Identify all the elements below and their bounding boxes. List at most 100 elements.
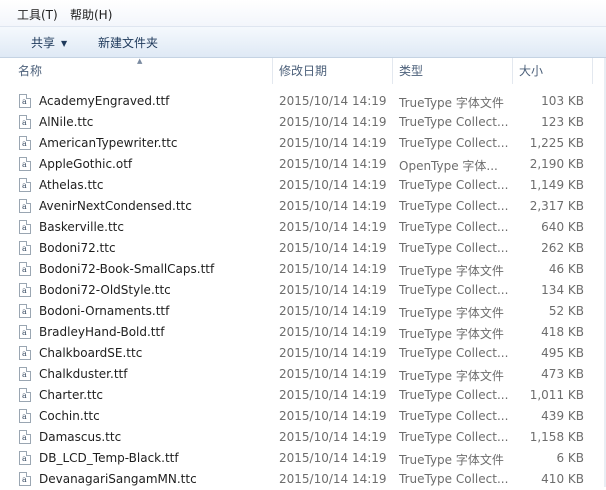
file-name: Bodoni-Ornaments.ttf <box>39 304 170 318</box>
file-date: 2015/10/14 14:19 <box>279 409 387 423</box>
font-file-icon <box>19 220 31 234</box>
file-type: TrueType Collect... <box>399 220 509 234</box>
file-type: TrueType 字体文件 <box>399 264 504 278</box>
file-name: AlNile.ttc <box>39 115 94 129</box>
file-type: TrueType 字体文件 <box>399 369 504 383</box>
font-file-icon <box>19 94 31 108</box>
file-size: 6 KB <box>556 451 584 465</box>
file-type: TrueType Collect... <box>399 115 509 129</box>
file-date: 2015/10/14 14:19 <box>279 178 387 192</box>
font-file-icon <box>19 367 31 381</box>
file-row[interactable]: BradleyHand-Bold.ttf 2015/10/14 14:19 True… <box>0 322 606 343</box>
file-size: 1,011 KB <box>529 388 584 402</box>
file-size: 410 KB <box>541 472 584 486</box>
file-row[interactable]: Athelas.ttc 2015/10/14 14:19 TrueType Coll… <box>0 175 606 196</box>
font-file-icon <box>19 388 31 402</box>
file-name: DB_LCD_Temp-Black.ttf <box>39 451 179 465</box>
font-file-icon <box>19 304 31 318</box>
file-size: 134 KB <box>541 283 584 297</box>
file-size: 495 KB <box>541 346 584 360</box>
file-type: TrueType 字体文件 <box>399 306 504 320</box>
file-size: 473 KB <box>541 367 584 381</box>
font-file-icon <box>19 262 31 276</box>
file-size: 2,317 KB <box>529 199 584 213</box>
chevron-down-icon: ▼ <box>61 39 68 48</box>
font-file-icon <box>19 451 31 465</box>
column-header-name[interactable]: 名称 <box>12 58 273 84</box>
file-date: 2015/10/14 14:19 <box>279 304 387 318</box>
file-date: 2015/10/14 14:19 <box>279 136 387 150</box>
file-row[interactable]: Damascus.ttc 2015/10/14 14:19 TrueType Col… <box>0 427 606 448</box>
file-name: Baskerville.ttc <box>39 220 124 234</box>
file-row[interactable]: Charter.ttc 2015/10/14 14:19 TrueType Coll… <box>0 385 606 406</box>
file-date: 2015/10/14 14:19 <box>279 346 387 360</box>
file-size: 1,149 KB <box>529 178 584 192</box>
file-date: 2015/10/14 14:19 <box>279 325 387 339</box>
file-size: 123 KB <box>541 115 584 129</box>
file-row[interactable]: Chalkduster.ttf 2015/10/14 14:19 TrueType … <box>0 364 606 385</box>
file-size: 52 KB <box>548 304 584 318</box>
file-date: 2015/10/14 14:19 <box>279 430 387 444</box>
file-name: ChalkboardSE.ttc <box>39 346 143 360</box>
file-size: 2,190 KB <box>529 157 584 171</box>
share-button-label: 共享 <box>31 36 56 50</box>
file-type: TrueType Collect... <box>399 199 509 213</box>
file-type: TrueType Collect... <box>399 178 509 192</box>
file-row[interactable]: AmericanTypewriter.ttc 2015/10/14 14:19 Tr… <box>0 133 606 154</box>
font-file-icon <box>19 325 31 339</box>
file-date: 2015/10/14 14:19 <box>279 241 387 255</box>
file-date: 2015/10/14 14:19 <box>279 157 387 171</box>
file-type: TrueType Collect... <box>399 472 509 486</box>
file-size: 103 KB <box>541 94 584 108</box>
file-row[interactable]: Bodoni72.ttc 2015/10/14 14:19 TrueType Col… <box>0 238 606 259</box>
file-date: 2015/10/14 14:19 <box>279 367 387 381</box>
font-file-icon <box>19 346 31 360</box>
file-row[interactable]: Bodoni72-Book-SmallCaps.ttf 2015/10/14 14… <box>0 259 606 280</box>
font-file-icon <box>19 178 31 192</box>
file-row[interactable]: Baskerville.ttc 2015/10/14 14:19 TrueType … <box>0 217 606 238</box>
column-header-row: ▲ 名称 修改日期 类型 大小 <box>0 57 606 84</box>
file-type: TrueType Collect... <box>399 430 509 444</box>
file-row[interactable]: Bodoni-Ornaments.ttf 2015/10/14 14:19 True… <box>0 301 606 322</box>
file-size: 418 KB <box>541 325 584 339</box>
menu-tools[interactable]: 工具(T) <box>17 6 58 23</box>
font-file-icon <box>19 115 31 129</box>
font-file-icon <box>19 472 31 486</box>
share-button[interactable]: 共享 ▼ <box>31 34 67 51</box>
file-row[interactable]: DB_LCD_Temp-Black.ttf 2015/10/14 14:19 Tru… <box>0 448 606 469</box>
file-row[interactable]: AlNile.ttc 2015/10/14 14:19 TrueType Colle… <box>0 112 606 133</box>
file-row[interactable]: Bodoni72-OldStyle.ttc 2015/10/14 14:19 Tru… <box>0 280 606 301</box>
column-header-type[interactable]: 类型 <box>393 58 513 84</box>
file-type: TrueType Collect... <box>399 409 509 423</box>
file-size: 262 KB <box>541 241 584 255</box>
file-name: AcademyEngraved.ttf <box>39 94 170 108</box>
file-size: 1,158 KB <box>529 430 584 444</box>
file-row[interactable]: AppleGothic.otf 2015/10/14 14:19 OpenType … <box>0 154 606 175</box>
file-name: Cochin.ttc <box>39 409 100 423</box>
file-date: 2015/10/14 14:19 <box>279 472 387 486</box>
file-type: TrueType 字体文件 <box>399 96 504 110</box>
file-name: BradleyHand-Bold.ttf <box>39 325 165 339</box>
file-type: TrueType Collect... <box>399 388 509 402</box>
file-date: 2015/10/14 14:19 <box>279 220 387 234</box>
font-file-icon <box>19 136 31 150</box>
file-name: DevanagariSangamMN.ttc <box>39 472 197 486</box>
file-type: TrueType Collect... <box>399 283 509 297</box>
file-size: 439 KB <box>541 409 584 423</box>
file-row[interactable]: Cochin.ttc 2015/10/14 14:19 TrueType Colle… <box>0 406 606 427</box>
file-row[interactable]: ChalkboardSE.ttc 2015/10/14 14:19 TrueType… <box>0 343 606 364</box>
menu-help[interactable]: 帮助(H) <box>70 6 112 23</box>
column-header-date[interactable]: 修改日期 <box>273 58 393 84</box>
new-folder-button[interactable]: 新建文件夹 <box>98 34 158 51</box>
font-file-icon <box>19 241 31 255</box>
column-header-size[interactable]: 大小 <box>513 58 593 84</box>
file-date: 2015/10/14 14:19 <box>279 283 387 297</box>
file-size: 1,225 KB <box>529 136 584 150</box>
file-row[interactable]: AvenirNextCondensed.ttc 2015/10/14 14:19 T… <box>0 196 606 217</box>
file-name: Chalkduster.ttf <box>39 367 128 381</box>
file-date: 2015/10/14 14:19 <box>279 262 387 276</box>
file-row[interactable]: AcademyEngraved.ttf 2015/10/14 14:19 TrueT… <box>0 91 606 112</box>
file-name: Charter.ttc <box>39 388 104 402</box>
file-name: AvenirNextCondensed.ttc <box>39 199 192 213</box>
file-name: Damascus.ttc <box>39 430 122 444</box>
